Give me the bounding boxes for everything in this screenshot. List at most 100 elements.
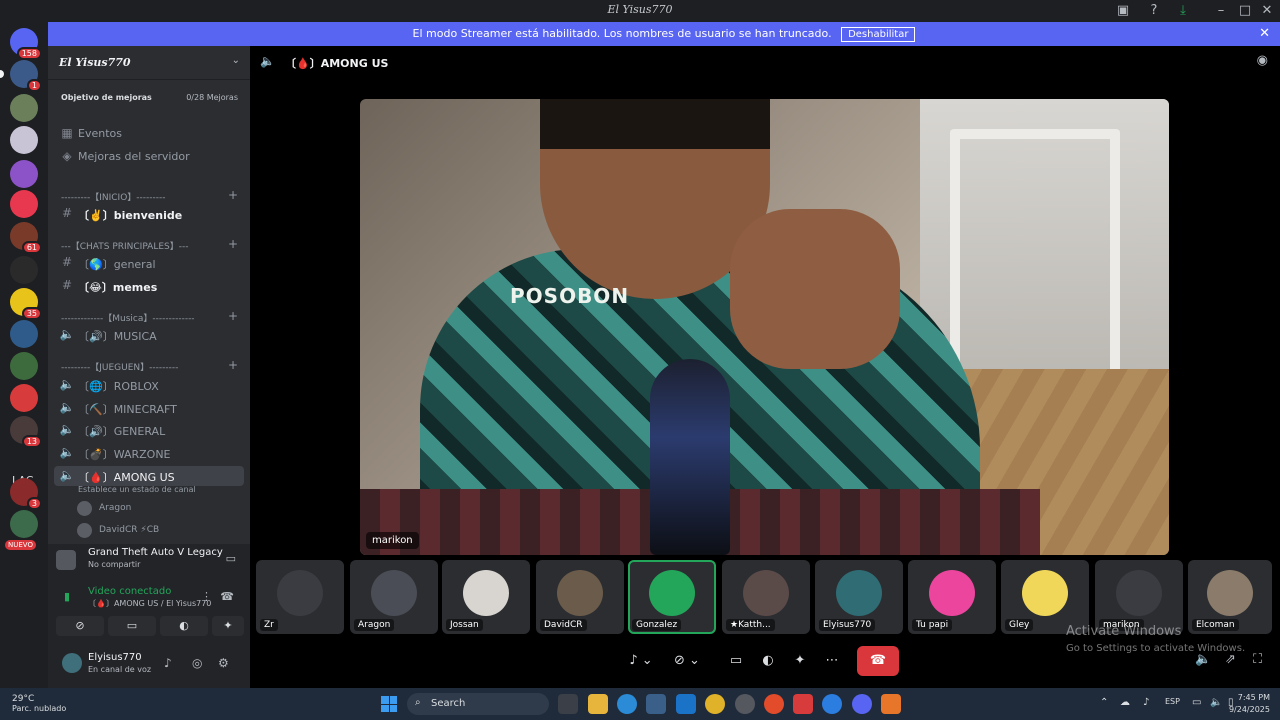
server-icon[interactable]: 13 xyxy=(10,416,42,448)
participant-tile[interactable]: Tu papi xyxy=(908,560,996,634)
voice-channel-musica[interactable]: 🔈 〔🔊〕MUSICA xyxy=(48,325,250,345)
app-icon[interactable] xyxy=(764,694,784,714)
weather-widget[interactable]: 29°C Parc. nublado xyxy=(12,694,66,713)
task-view-icon[interactable] xyxy=(558,694,578,714)
add-channel-icon[interactable]: + xyxy=(228,358,238,372)
channel-bienvenide[interactable]: # 〔✌️〕bienvenide xyxy=(48,204,250,224)
participant-tile[interactable]: Aragon xyxy=(350,560,438,634)
server-icon[interactable]: 3 xyxy=(10,478,42,510)
settings-gear-icon[interactable]: ⚙ xyxy=(218,656,229,670)
start-button[interactable] xyxy=(381,696,397,712)
minimize-icon[interactable]: – xyxy=(1212,2,1230,20)
microphone-icon[interactable]: ♪ xyxy=(164,656,172,670)
disable-streamer-button[interactable]: Deshabilitar xyxy=(841,27,916,42)
fullscreen-icon[interactable]: ⛶ xyxy=(1253,652,1262,667)
server-icon[interactable]: 61 xyxy=(10,222,42,254)
participant-tile[interactable]: ★Katth... xyxy=(722,560,810,634)
server-icon[interactable] xyxy=(10,190,38,218)
app-icon[interactable] xyxy=(735,694,755,714)
screen-share-button[interactable]: ▭ xyxy=(724,646,748,676)
discord-taskbar-icon[interactable] xyxy=(852,694,872,714)
soundboard-button[interactable]: ✦ xyxy=(788,646,812,676)
voice-channel-roblox[interactable]: 🔈 〔🌐〕ROBLOX xyxy=(48,375,250,395)
disconnect-icon[interactable]: ☎ xyxy=(220,590,234,603)
participant-tile[interactable]: DavidCR xyxy=(536,560,624,634)
add-channel-icon[interactable]: + xyxy=(228,309,238,323)
tray-mic-icon[interactable]: ♪ xyxy=(1143,697,1149,708)
edge-icon[interactable] xyxy=(617,694,637,714)
share-screen-icon[interactable]: ▭ xyxy=(226,552,236,565)
voice-channel-warzone[interactable]: 🔈 〔💣〕WARZONE xyxy=(48,443,250,463)
voice-channel-among-us[interactable]: 🔈 〔🩸〕AMONG US xyxy=(54,466,244,486)
activities-button[interactable]: ◐ xyxy=(756,646,780,676)
server-icon[interactable] xyxy=(10,126,38,154)
add-channel-icon[interactable]: + xyxy=(228,237,238,251)
app-icon[interactable] xyxy=(793,694,813,714)
tray-display-icon[interactable]: ▭ xyxy=(1192,697,1201,708)
popout-icon[interactable]: ⇗ xyxy=(1225,652,1236,667)
channel-status-input[interactable]: Establece un estado de canal xyxy=(78,485,196,494)
direct-messages-button[interactable]: 158 xyxy=(10,28,42,60)
noise-suppression-icon[interactable]: ⋮ xyxy=(201,590,212,603)
server-header[interactable]: El Yisus770 ⌄ xyxy=(48,46,250,80)
headphones-icon[interactable]: ◎ xyxy=(192,656,202,670)
server-icon[interactable] xyxy=(10,352,38,380)
server-icon[interactable] xyxy=(10,160,38,188)
camera-button[interactable]: ⊘ ⌄ xyxy=(666,646,708,676)
voice-channel-minecraft[interactable]: 🔈 〔⛏️〕MINECRAFT xyxy=(48,398,250,418)
app-icon[interactable] xyxy=(881,694,901,714)
category-juegen[interactable]: ---------【JUEGUEN】--------- + xyxy=(48,357,250,377)
server-icon[interactable] xyxy=(10,320,38,348)
participant-tile[interactable]: Elyisus770 xyxy=(815,560,903,634)
server-icon[interactable]: 1 xyxy=(10,60,42,92)
channel-memes[interactable]: # 〔😂〕memes xyxy=(48,276,250,296)
maximize-icon[interactable]: □ xyxy=(1236,2,1254,20)
participant-tile[interactable]: marikon xyxy=(1095,560,1183,634)
soundboard-button[interactable]: ✦ xyxy=(212,616,244,636)
store-icon[interactable] xyxy=(646,694,666,714)
participant-tile[interactable]: Jossan xyxy=(442,560,530,634)
events-link[interactable]: ▦ Eventos xyxy=(48,124,250,144)
mute-button[interactable]: ♪ ⌄ xyxy=(620,646,662,676)
close-window-icon[interactable]: ✕ xyxy=(1258,2,1276,20)
tray-chevron-icon[interactable]: ⌃ xyxy=(1100,697,1108,708)
more-options-button[interactable]: ⋯ xyxy=(820,646,844,676)
server-icon[interactable] xyxy=(10,384,38,412)
add-channel-icon[interactable]: + xyxy=(228,188,238,202)
voice-user[interactable]: Aragon xyxy=(77,500,247,518)
server-boosts-link[interactable]: ◈ Mejoras del servidor xyxy=(48,147,250,167)
download-icon[interactable]: ⤓ xyxy=(1174,2,1192,20)
inbox-icon[interactable]: ▣ xyxy=(1114,2,1132,20)
help-icon[interactable]: ? xyxy=(1145,2,1163,20)
server-icon[interactable] xyxy=(10,256,38,284)
screen-share-button[interactable]: ▭ xyxy=(108,616,156,636)
participant-tile[interactable]: Elcoman xyxy=(1188,560,1272,634)
camera-off-button[interactable]: ⊘ xyxy=(56,616,104,636)
boost-goal[interactable]: Objetivo de mejoras 0/28 Mejoras xyxy=(54,88,244,108)
chrome-icon[interactable] xyxy=(705,694,725,714)
file-explorer-icon[interactable] xyxy=(588,694,608,714)
banner-close-icon[interactable]: ✕ xyxy=(1259,26,1270,41)
taskbar-search[interactable]: ⌕ Search xyxy=(407,693,549,715)
focused-video[interactable]: POSOBON marikon xyxy=(360,99,1169,555)
server-icon[interactable] xyxy=(10,94,38,122)
participant-tile[interactable]: Gley xyxy=(1001,560,1089,634)
voice-channel-general[interactable]: 🔈 〔🔊〕GENERAL xyxy=(48,420,250,440)
tray-cloud-icon[interactable]: ☁ xyxy=(1120,697,1130,708)
volume-icon[interactable]: 🔈 xyxy=(1195,652,1211,667)
voice-user[interactable]: DavidCR ⚡CB xyxy=(77,522,247,540)
taskbar-clock[interactable]: 7:45 PM 9/24/2025 xyxy=(1229,692,1270,716)
channel-general[interactable]: # 〔🌎〕general xyxy=(48,253,250,273)
participant-tile[interactable]: Gonzalez xyxy=(628,560,716,634)
tray-volume-icon[interactable]: 🔈 xyxy=(1210,697,1222,708)
participant-tile[interactable]: Zr xyxy=(256,560,344,634)
server-icon[interactable] xyxy=(10,510,38,538)
server-icon[interactable]: 35 xyxy=(10,288,42,320)
outlook-icon[interactable] xyxy=(676,694,696,714)
language-indicator[interactable]: ESP xyxy=(1165,697,1180,706)
activities-button[interactable]: ◐ xyxy=(160,616,208,636)
disconnect-button[interactable]: ☎ xyxy=(857,646,899,676)
zoom-icon[interactable] xyxy=(822,694,842,714)
avatar[interactable] xyxy=(62,653,82,673)
chat-icon[interactable]: ◉ xyxy=(1257,53,1268,68)
